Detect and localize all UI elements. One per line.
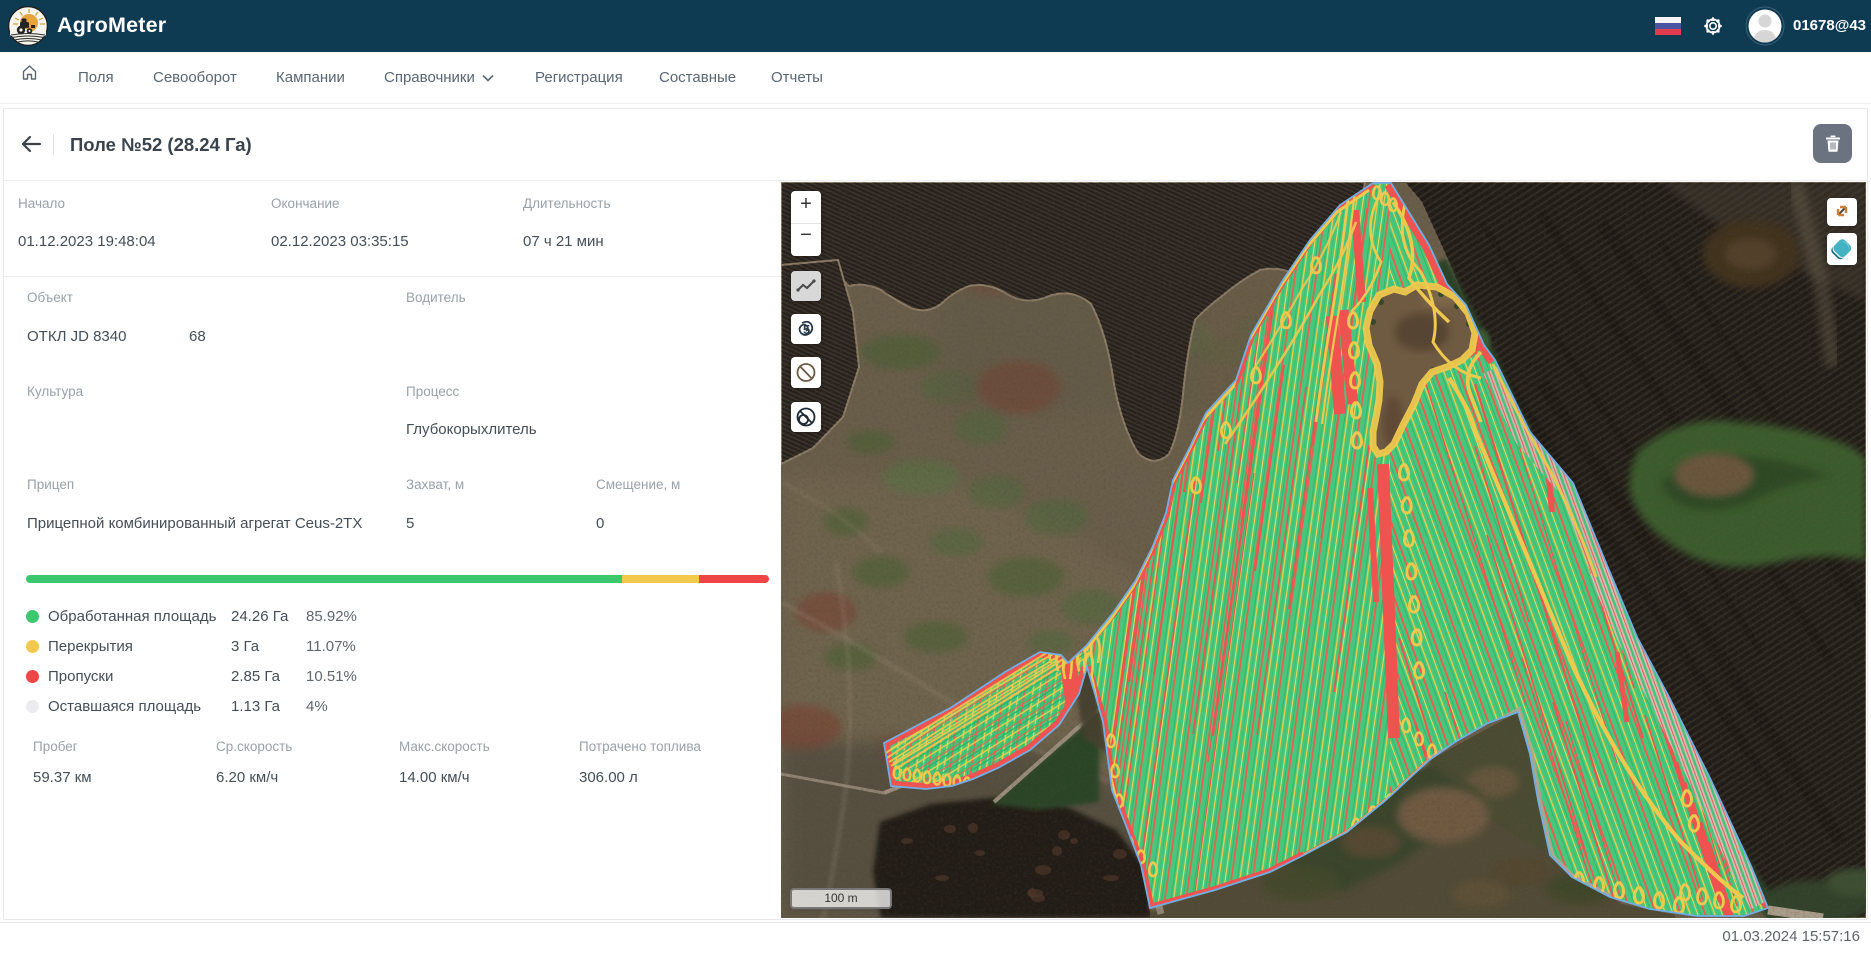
svg-text:5: 5 — [803, 322, 810, 337]
